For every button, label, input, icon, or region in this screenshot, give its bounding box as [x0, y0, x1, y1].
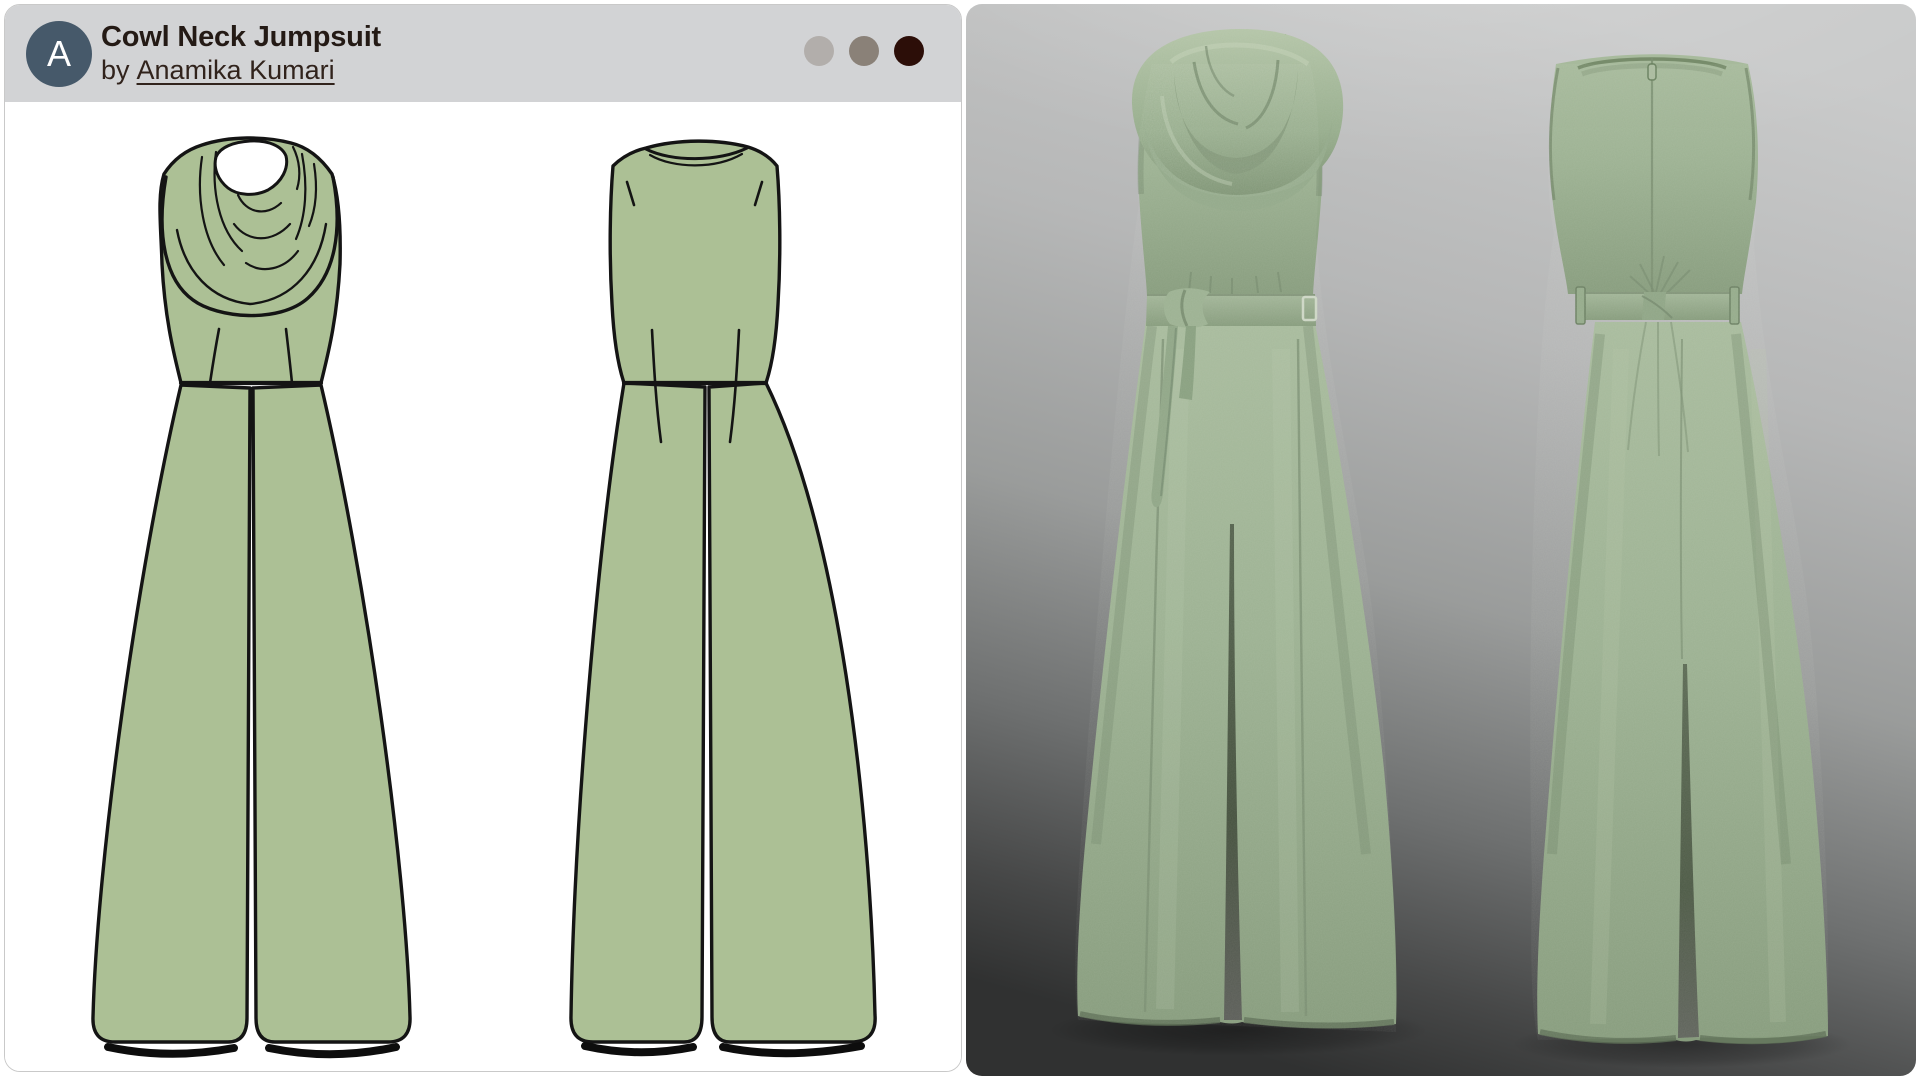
swatch-warm-taupe[interactable] — [849, 36, 879, 66]
avatar-letter: A — [47, 33, 71, 75]
author-link[interactable]: Anamika Kumari — [137, 55, 335, 85]
swatch-light-gray[interactable] — [804, 36, 834, 66]
product-photo-panel — [966, 4, 1916, 1076]
card-header: A Cowl Neck Jumpsuit byAnamika Kumari — [5, 5, 961, 102]
flat-front-view — [93, 138, 410, 1054]
flat-sketch-svg — [5, 102, 962, 1072]
avatar[interactable]: A — [26, 21, 92, 87]
byline: byAnamika Kumari — [101, 54, 381, 87]
product-photo-svg — [966, 4, 1916, 1076]
color-swatches — [804, 36, 924, 66]
pattern-card: A Cowl Neck Jumpsuit byAnamika Kumari — [4, 4, 962, 1072]
page-title: Cowl Neck Jumpsuit — [101, 20, 381, 54]
flat-back-view — [571, 141, 875, 1053]
byline-prefix: by — [101, 55, 130, 85]
page: A Cowl Neck Jumpsuit byAnamika Kumari — [0, 0, 1920, 1080]
swatch-dark-espresso[interactable] — [894, 36, 924, 66]
flat-sketches — [5, 102, 962, 1072]
title-block: Cowl Neck Jumpsuit byAnamika Kumari — [101, 20, 381, 87]
